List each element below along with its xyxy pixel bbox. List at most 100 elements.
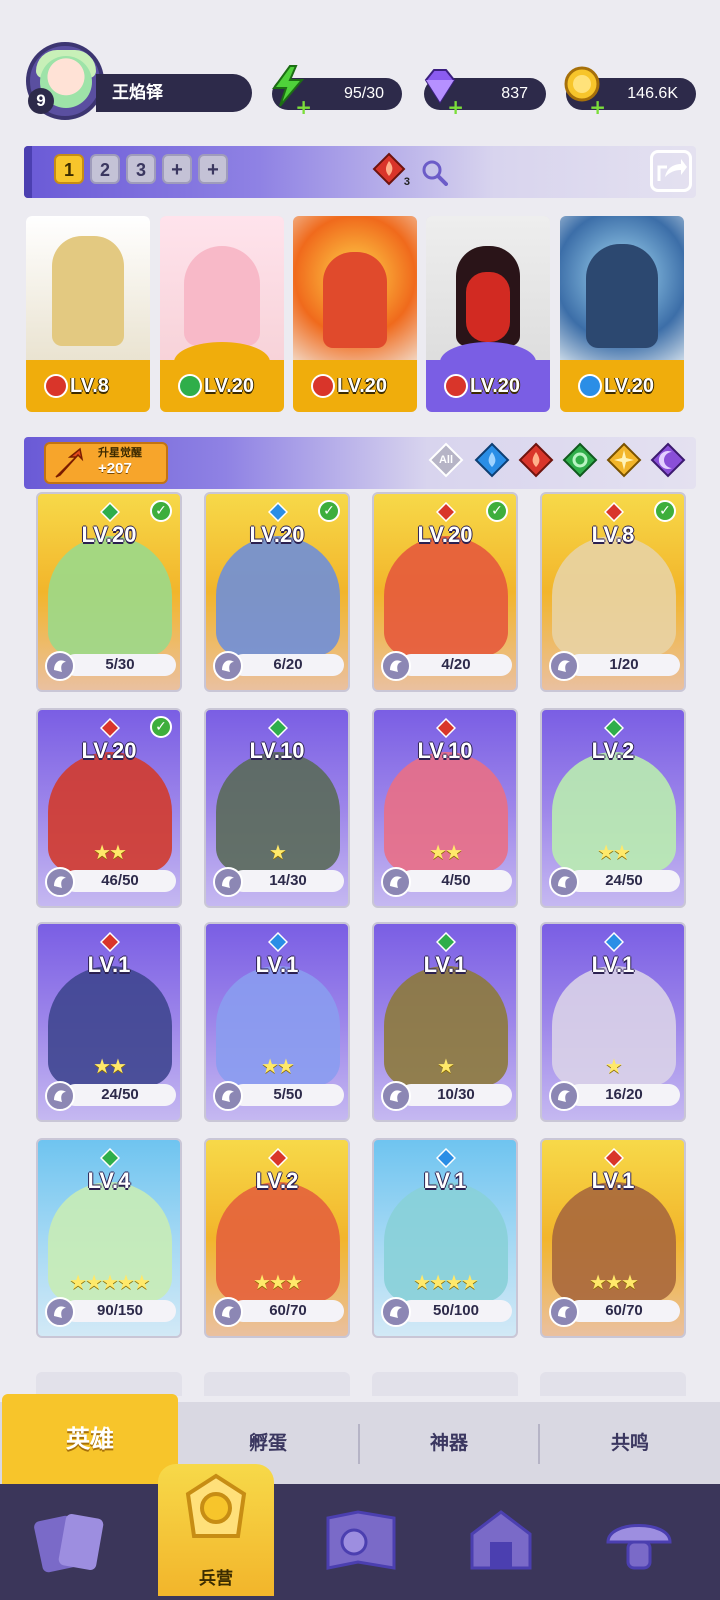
coin-counter[interactable]: + 146.6K: [564, 66, 696, 117]
hero-card[interactable]: ✓ LV.20 6/20: [204, 492, 350, 692]
hero-level: LV.1: [591, 952, 635, 977]
hero-level: LV.1: [87, 952, 131, 977]
shard-icon: [45, 1081, 75, 1111]
team-hero-card-1[interactable]: LV.8: [26, 216, 150, 412]
hero-card[interactable]: LV.1 ★ 10/30: [372, 922, 518, 1122]
fire-filter-icon[interactable]: [518, 442, 554, 478]
hero-card[interactable]: ✓ LV.20 ★★ 46/50: [36, 708, 182, 908]
hero-card[interactable]: ✓ LV.20 4/20: [372, 492, 518, 692]
shard-icon: [45, 651, 75, 681]
shard-icon: [549, 1297, 579, 1327]
team-hero-card-5[interactable]: LV.20: [560, 216, 684, 412]
hero-art: [26, 216, 150, 366]
hero-card[interactable]: ✓ LV.20 5/30: [36, 492, 182, 692]
hero-card[interactable]: LV.2 ★★★ 60/70: [204, 1138, 350, 1338]
hero-level: LV.4: [87, 1168, 131, 1193]
hero-card-partial: [372, 1372, 518, 1396]
temple-icon[interactable]: [458, 1498, 544, 1584]
water-icon: [268, 502, 288, 522]
check-icon: ✓: [318, 500, 340, 522]
water-filter-icon[interactable]: [474, 442, 510, 478]
hero-stars: ★: [269, 840, 287, 864]
energy-counter[interactable]: + 95/30: [272, 65, 402, 117]
hero-level: LV.20: [81, 522, 137, 547]
hero-card[interactable]: LV.1 ★★★★ 50/100: [372, 1138, 518, 1338]
team-slot-1[interactable]: 1: [54, 154, 84, 184]
shard-icon: [381, 651, 411, 681]
hero-card[interactable]: LV.4 ★★★★★ 90/150: [36, 1138, 182, 1338]
shard-icon: [381, 1081, 411, 1111]
barracks-icon: [185, 1473, 247, 1538]
hero-level: LV.10: [249, 738, 305, 763]
add-coins-icon[interactable]: +: [588, 97, 606, 117]
shard-progress: 6/20: [232, 654, 344, 676]
hero-level: LV.10: [417, 738, 473, 763]
team-hero-card-2[interactable]: LV.20: [160, 216, 284, 412]
hero-card[interactable]: LV.1 ★★ 24/50: [36, 922, 182, 1122]
mushroom-shop-icon[interactable]: [596, 1498, 682, 1584]
tab-heroes[interactable]: 英雄: [2, 1394, 178, 1484]
filter-all-chip[interactable]: All: [428, 442, 464, 478]
hero-level: LV.1: [591, 1168, 635, 1193]
gem-counter[interactable]: + 837: [424, 69, 546, 117]
add-team-slot-button[interactable]: +: [162, 154, 192, 184]
nature-icon: [100, 502, 120, 522]
hero-stars: ★: [605, 1054, 623, 1078]
team-bar-edge: [24, 146, 32, 198]
hero-card[interactable]: LV.1 ★★★ 60/70: [540, 1138, 686, 1338]
map-book-icon[interactable]: [318, 1498, 404, 1584]
tab-resonance[interactable]: 共鸣: [540, 1402, 720, 1484]
player-name[interactable]: 王焰铎: [96, 74, 252, 112]
shard-progress: 24/50: [64, 1084, 176, 1106]
team-slot-3[interactable]: 3: [126, 154, 156, 184]
cards-icon[interactable]: [28, 1498, 114, 1584]
nature-filter-icon[interactable]: [562, 442, 598, 478]
hero-stars: ★★: [429, 840, 463, 864]
hero-stars: ★★★: [253, 1270, 303, 1294]
tab-artifacts[interactable]: 神器: [360, 1402, 538, 1484]
check-icon: ✓: [150, 500, 172, 522]
fire-icon: [604, 1148, 624, 1168]
team-hero-card-3[interactable]: LV.20: [293, 216, 417, 412]
hero-card[interactable]: LV.2 ★★ 24/50: [540, 708, 686, 908]
shard-progress: 5/30: [64, 654, 176, 676]
hero-level: LV.20: [81, 738, 137, 763]
hero-level: LV.1: [255, 952, 299, 977]
hero-stars: ★★: [597, 840, 631, 864]
fire-icon: [444, 374, 468, 398]
shard-icon: [213, 1081, 243, 1111]
hero-card[interactable]: LV.10 ★ 14/30: [204, 708, 350, 908]
team-hero-level: LV.20: [337, 375, 388, 397]
shard-progress: 4/20: [400, 654, 512, 676]
hero-level: LV.20: [249, 522, 305, 547]
nature-icon: [436, 932, 456, 952]
star-awaken-count: +207: [98, 460, 132, 477]
add-gems-icon[interactable]: +: [446, 97, 464, 117]
add-energy-icon[interactable]: +: [294, 97, 312, 117]
team-hero-level: LV.20: [470, 375, 521, 397]
hero-card[interactable]: LV.1 ★★ 5/50: [204, 922, 350, 1122]
fire-icon: [604, 502, 624, 522]
hero-card[interactable]: ✓ LV.8 1/20: [540, 492, 686, 692]
nature-icon: [100, 1148, 120, 1168]
fire-icon: [436, 718, 456, 738]
share-button[interactable]: [650, 150, 692, 192]
magnifier-icon[interactable]: [420, 158, 448, 186]
team-fire-element[interactable]: 3: [372, 152, 410, 188]
nature-icon: [178, 374, 202, 398]
shard-progress: 16/20: [568, 1084, 680, 1106]
team-slot-2[interactable]: 2: [90, 154, 120, 184]
team-bar: [24, 146, 696, 198]
team-hero-card-4[interactable]: LV.20: [426, 216, 550, 412]
check-icon: ✓: [654, 500, 676, 522]
hero-card[interactable]: LV.1 ★ 16/20: [540, 922, 686, 1122]
team-fire-count: 3: [403, 176, 410, 188]
water-icon: [578, 374, 602, 398]
light-filter-icon[interactable]: [606, 442, 642, 478]
shard-progress: 4/50: [400, 870, 512, 892]
hero-card[interactable]: LV.10 ★★ 4/50: [372, 708, 518, 908]
hero-card-partial: [36, 1372, 182, 1396]
dark-filter-icon[interactable]: [650, 442, 686, 478]
add-team-slot-button-2[interactable]: +: [198, 154, 228, 184]
shard-progress: 1/20: [568, 654, 680, 676]
